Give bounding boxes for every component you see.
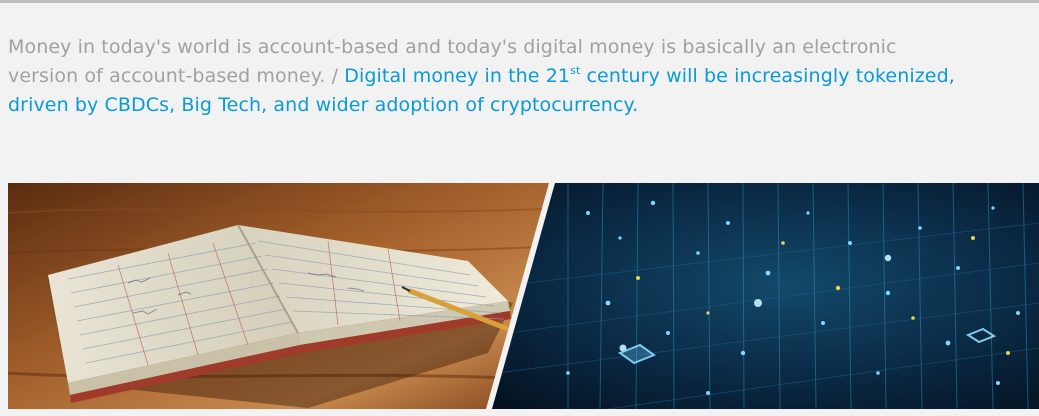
digital-network-photo — [492, 183, 1039, 409]
comparison-images — [8, 183, 1039, 409]
caption-text: Money in today's world is account-based … — [8, 33, 968, 120]
caption-separator: / — [325, 65, 345, 87]
caption-tokenized-lead: Digital money in the 21 — [344, 65, 571, 87]
ledger-book-photo — [8, 183, 549, 409]
caption-ordinal-suffix: st — [570, 64, 581, 77]
top-divider — [0, 0, 1039, 3]
